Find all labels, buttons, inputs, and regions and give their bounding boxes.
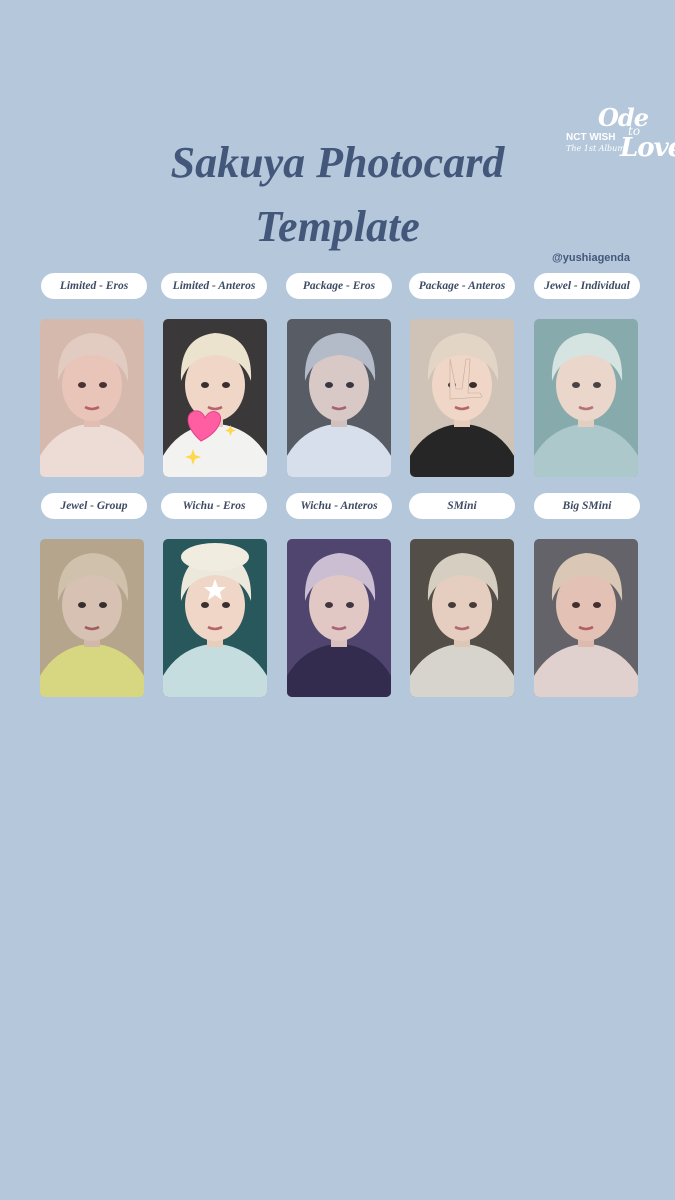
photocard-image xyxy=(410,539,514,697)
photo-illustration xyxy=(410,319,514,477)
photocard-image xyxy=(40,319,144,477)
right-eye xyxy=(469,382,477,388)
card-label: Package - Eros xyxy=(286,273,392,299)
logo-brand: NCT WISH xyxy=(566,132,616,143)
photocard-image xyxy=(287,319,391,477)
left-eye xyxy=(201,382,209,388)
card-label: SMini xyxy=(409,493,515,519)
card-label: Limited - Eros xyxy=(41,273,147,299)
photo-illustration xyxy=(410,539,514,697)
photocard-image xyxy=(534,539,638,697)
logo-word-love: Love xyxy=(620,133,675,163)
right-eye xyxy=(222,602,230,608)
logo-subtitle: The 1st Album xyxy=(566,144,625,153)
photo-tint xyxy=(287,539,391,697)
photo-tint xyxy=(534,539,638,697)
card-label: Wichu - Anteros xyxy=(286,493,392,519)
photo-illustration xyxy=(163,539,267,697)
photo-illustration xyxy=(534,539,638,697)
photo-illustration xyxy=(163,319,267,477)
card-label: Package - Anteros xyxy=(409,273,515,299)
photo-illustration xyxy=(40,319,144,477)
photo-illustration xyxy=(287,539,391,697)
card-label: Jewel - Group xyxy=(41,493,147,519)
photo-tint xyxy=(410,539,514,697)
right-eye xyxy=(222,382,230,388)
left-eye xyxy=(201,602,209,608)
card-label: Big SMini xyxy=(534,493,640,519)
photocard-image xyxy=(410,319,514,477)
plush-hat xyxy=(181,543,249,571)
page-title-line-2: Template xyxy=(255,202,420,251)
logo-word-ode: Ode xyxy=(598,103,649,132)
photocard-image xyxy=(534,319,638,477)
album-logo: Ode to Love NCT WISH The 1st Album xyxy=(562,103,675,168)
photo-tint xyxy=(40,539,144,697)
author-handle: @yushiagenda xyxy=(552,252,630,264)
card-label: Limited - Anteros xyxy=(161,273,267,299)
card-label: Wichu - Eros xyxy=(161,493,267,519)
photo-illustration xyxy=(534,319,638,477)
photo-tint xyxy=(534,319,638,477)
photo-illustration xyxy=(287,319,391,477)
photo-tint xyxy=(40,319,144,477)
photo-tint xyxy=(287,319,391,477)
card-label: Jewel - Individual xyxy=(534,273,640,299)
photocard-image xyxy=(163,539,267,697)
photocard-image xyxy=(40,539,144,697)
photo-illustration xyxy=(40,539,144,697)
photocard-image xyxy=(287,539,391,697)
photocard-image xyxy=(163,319,267,477)
